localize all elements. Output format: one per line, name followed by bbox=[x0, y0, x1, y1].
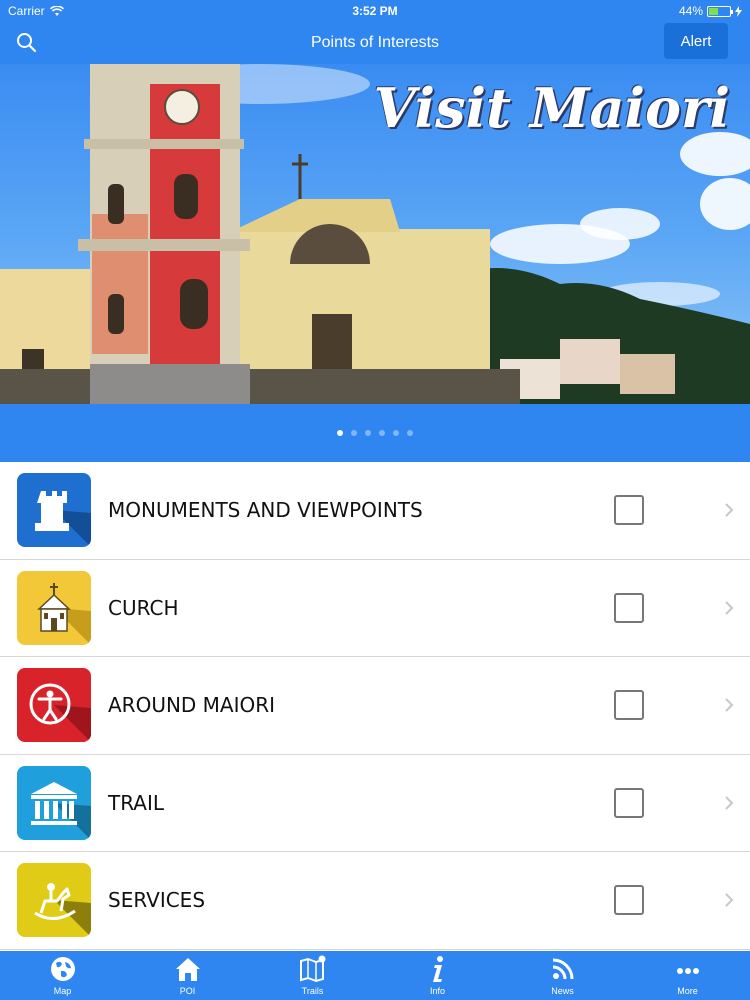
list-item-label: CURCH bbox=[108, 595, 179, 620]
checkbox[interactable] bbox=[614, 592, 644, 623]
charging-icon bbox=[735, 5, 742, 17]
rss-icon bbox=[552, 958, 573, 980]
search-icon bbox=[17, 33, 37, 53]
checkbox[interactable] bbox=[614, 495, 644, 526]
wifi-icon bbox=[49, 5, 64, 16]
battery-percent: 44% bbox=[678, 4, 703, 18]
list-item-label: TRAIL bbox=[108, 790, 165, 815]
list-item-label: MONUMENTS AND VIEWPOINTS bbox=[108, 498, 423, 523]
home-icon bbox=[175, 958, 200, 981]
tab-news[interactable]: News bbox=[500, 951, 625, 1000]
rocking-horse-icon bbox=[17, 863, 91, 938]
alert-button[interactable]: Alert bbox=[664, 23, 728, 59]
banner-carousel[interactable]: Visit Maiori bbox=[0, 64, 750, 404]
tab-label: Trails bbox=[301, 986, 324, 996]
tab-label: Info bbox=[429, 986, 445, 996]
carrier-label: Carrier bbox=[8, 4, 45, 18]
list-item-label: SERVICES bbox=[108, 888, 206, 913]
checkbox[interactable] bbox=[614, 885, 644, 916]
museum-icon bbox=[17, 765, 91, 840]
list-item-label: AROUND MAIORI bbox=[108, 693, 276, 718]
page-dot[interactable] bbox=[379, 430, 385, 436]
person-circle-icon bbox=[17, 668, 91, 743]
tab-bar: Map POI Trails Info News More bbox=[0, 951, 750, 1000]
info-icon bbox=[432, 956, 443, 982]
screen: Carrier 3:52 PM 44% Points of Interests … bbox=[0, 0, 750, 1000]
tab-map[interactable]: Map bbox=[0, 951, 125, 1000]
page-dot[interactable] bbox=[393, 430, 399, 436]
banner-title: Visit Maiori bbox=[373, 76, 730, 140]
list-item-services[interactable]: SERVICES bbox=[0, 852, 750, 950]
checkbox[interactable] bbox=[614, 690, 644, 721]
chevron-right-icon bbox=[725, 503, 734, 517]
navigation-bar: Points of Interests Alert bbox=[0, 22, 750, 64]
category-list: MONUMENTS AND VIEWPOINTS CURCH AROUND MA… bbox=[0, 462, 750, 950]
list-item-monuments[interactable]: MONUMENTS AND VIEWPOINTS bbox=[0, 462, 750, 560]
search-button[interactable] bbox=[14, 30, 40, 56]
tab-info[interactable]: Info bbox=[375, 951, 500, 1000]
chevron-right-icon bbox=[725, 698, 734, 712]
more-icon bbox=[676, 968, 699, 974]
status-bar: Carrier 3:52 PM 44% bbox=[0, 0, 750, 22]
checkbox[interactable] bbox=[614, 787, 644, 818]
page-title: Points of Interests bbox=[310, 34, 440, 51]
list-item-church[interactable]: CURCH bbox=[0, 560, 750, 657]
page-dot[interactable] bbox=[337, 430, 343, 436]
tab-label: News bbox=[551, 986, 574, 996]
chevron-right-icon bbox=[725, 796, 734, 810]
page-dot[interactable] bbox=[407, 430, 413, 436]
list-item-trail[interactable]: TRAIL bbox=[0, 755, 750, 852]
list-item-around-maiori[interactable]: AROUND MAIORI bbox=[0, 657, 750, 755]
page-indicator[interactable] bbox=[0, 404, 750, 462]
castle-tower-icon bbox=[17, 473, 91, 548]
tab-more[interactable]: More bbox=[625, 951, 750, 1000]
tab-poi[interactable]: POI bbox=[125, 951, 250, 1000]
church-icon bbox=[17, 570, 91, 645]
chevron-right-icon bbox=[725, 601, 734, 615]
tab-label: More bbox=[677, 986, 698, 996]
tab-trails[interactable]: Trails bbox=[250, 951, 375, 1000]
page-dot[interactable] bbox=[365, 430, 371, 436]
tab-label: Map bbox=[53, 986, 72, 996]
map-icon bbox=[299, 955, 325, 983]
status-time: 3:52 PM bbox=[352, 4, 398, 18]
page-dot[interactable] bbox=[351, 430, 357, 436]
battery-icon bbox=[707, 5, 733, 17]
tab-label: POI bbox=[179, 986, 196, 996]
chevron-right-icon bbox=[725, 893, 734, 907]
globe-icon bbox=[50, 957, 75, 981]
